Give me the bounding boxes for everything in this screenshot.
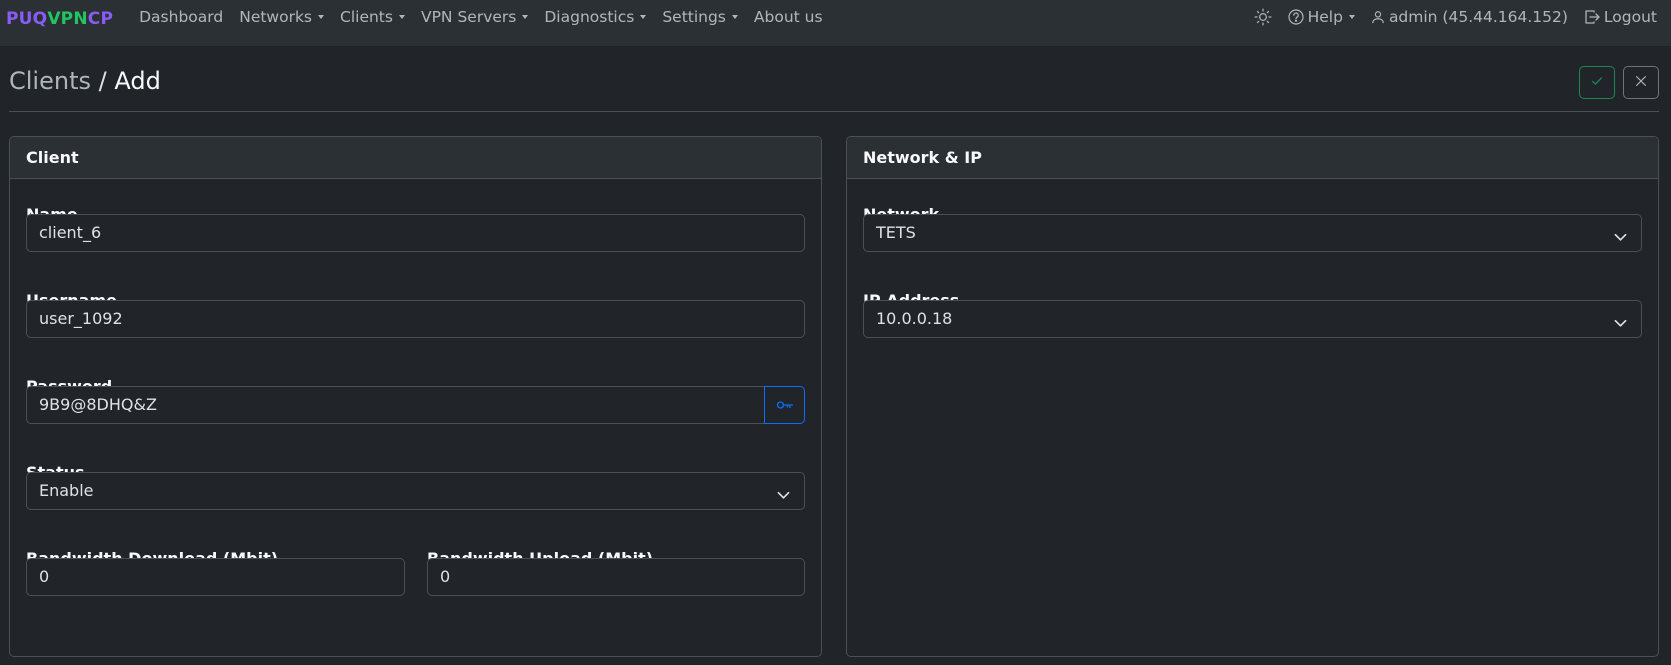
nav-diagnostics[interactable]: Diagnostics	[536, 8, 654, 26]
generate-password-button[interactable]	[764, 386, 805, 424]
page-header: Clients / Add	[9, 60, 1659, 112]
password-input[interactable]: 9B9@8DHQ&Z	[26, 386, 765, 424]
close-icon	[1634, 73, 1648, 92]
bandwidth-download-input[interactable]: 0	[26, 558, 405, 596]
bandwidth-download-value: 0	[39, 567, 50, 586]
brand-part-3: CP	[87, 9, 114, 29]
person-icon	[1371, 10, 1385, 24]
top-navbar: PUQVPNCP Dashboard Networks Clients VPN …	[0, 0, 1671, 46]
question-circle-icon	[1287, 9, 1304, 25]
client-card: Client Name client_6 Username user_1092 …	[9, 136, 822, 657]
brand-part-1: PUQ	[6, 9, 48, 29]
chevron-down-icon	[1614, 227, 1627, 246]
ip-address-select[interactable]: 10.0.0.18	[863, 300, 1642, 338]
caret-down-icon	[398, 15, 405, 19]
brand-part-2: VPN	[47, 9, 88, 29]
nav-vpn-servers-label: VPN Servers	[420, 8, 517, 26]
theme-toggle-button[interactable]	[1246, 8, 1280, 26]
network-value: TETS	[876, 223, 916, 242]
breadcrumb-current: Add	[114, 67, 161, 95]
user-nav: Help admin (45.44.164.152) Logout	[1246, 0, 1665, 46]
logout-icon	[1584, 9, 1600, 25]
nav-logout-label: Logout	[1603, 8, 1657, 26]
network-select[interactable]: TETS	[863, 214, 1642, 252]
client-card-title: Client	[10, 137, 821, 179]
nav-about-us-label: About us	[753, 8, 823, 26]
chevron-down-icon	[777, 485, 790, 504]
nav-clients[interactable]: Clients	[332, 8, 413, 26]
main-nav: Dashboard Networks Clients VPN Servers D…	[131, 0, 830, 46]
chevron-down-icon	[1614, 313, 1627, 332]
breadcrumb-clients[interactable]: Clients	[9, 67, 91, 95]
bandwidth-upload-value: 0	[440, 567, 451, 586]
nav-user-label: admin (45.44.164.152)	[1388, 8, 1568, 26]
caret-down-icon	[522, 15, 529, 19]
cancel-button[interactable]	[1623, 66, 1659, 99]
nav-clients-label: Clients	[340, 8, 393, 26]
caret-down-icon	[731, 15, 738, 19]
status-select[interactable]: Enable	[26, 472, 805, 510]
nav-logout[interactable]: Logout	[1576, 8, 1665, 26]
bandwidth-upload-input[interactable]: 0	[427, 558, 805, 596]
network-card-title: Network & IP	[847, 137, 1658, 179]
nav-networks-label: Networks	[239, 8, 313, 26]
name-value: client_6	[39, 223, 102, 242]
username-value: user_1092	[39, 309, 123, 328]
caret-down-icon	[640, 15, 647, 19]
nav-diagnostics-label: Diagnostics	[544, 8, 635, 26]
nav-help[interactable]: Help	[1280, 8, 1363, 26]
brand-logo[interactable]: PUQVPNCP	[6, 9, 113, 29]
network-card-body: Network TETS IP Address 10.0.0.18	[847, 179, 1658, 656]
username-input[interactable]: user_1092	[26, 300, 805, 338]
caret-down-icon	[318, 15, 325, 19]
nav-settings-label: Settings	[662, 8, 726, 26]
password-value: 9B9@8DHQ&Z	[39, 395, 157, 414]
nav-vpn-servers[interactable]: VPN Servers	[413, 8, 536, 26]
client-card-body: Name client_6 Username user_1092 Passwor…	[10, 179, 821, 656]
nav-dashboard-label: Dashboard	[139, 8, 224, 26]
check-icon	[1590, 73, 1604, 92]
page-title: Clients / Add	[9, 67, 161, 95]
nav-user[interactable]: admin (45.44.164.152)	[1363, 8, 1576, 26]
nav-help-label: Help	[1307, 8, 1343, 26]
status-value: Enable	[39, 481, 94, 500]
network-card: Network & IP Network TETS IP Address 10.…	[846, 136, 1659, 657]
nav-settings[interactable]: Settings	[654, 8, 746, 26]
nav-networks[interactable]: Networks	[231, 8, 332, 26]
sun-icon	[1254, 8, 1272, 26]
key-icon	[776, 396, 794, 415]
ip-address-value: 10.0.0.18	[876, 309, 953, 328]
breadcrumb-separator: /	[98, 67, 107, 95]
name-input[interactable]: client_6	[26, 214, 805, 252]
nav-dashboard[interactable]: Dashboard	[131, 8, 231, 26]
caret-down-icon	[1348, 15, 1355, 19]
save-button[interactable]	[1579, 66, 1615, 99]
nav-about-us[interactable]: About us	[746, 8, 831, 26]
